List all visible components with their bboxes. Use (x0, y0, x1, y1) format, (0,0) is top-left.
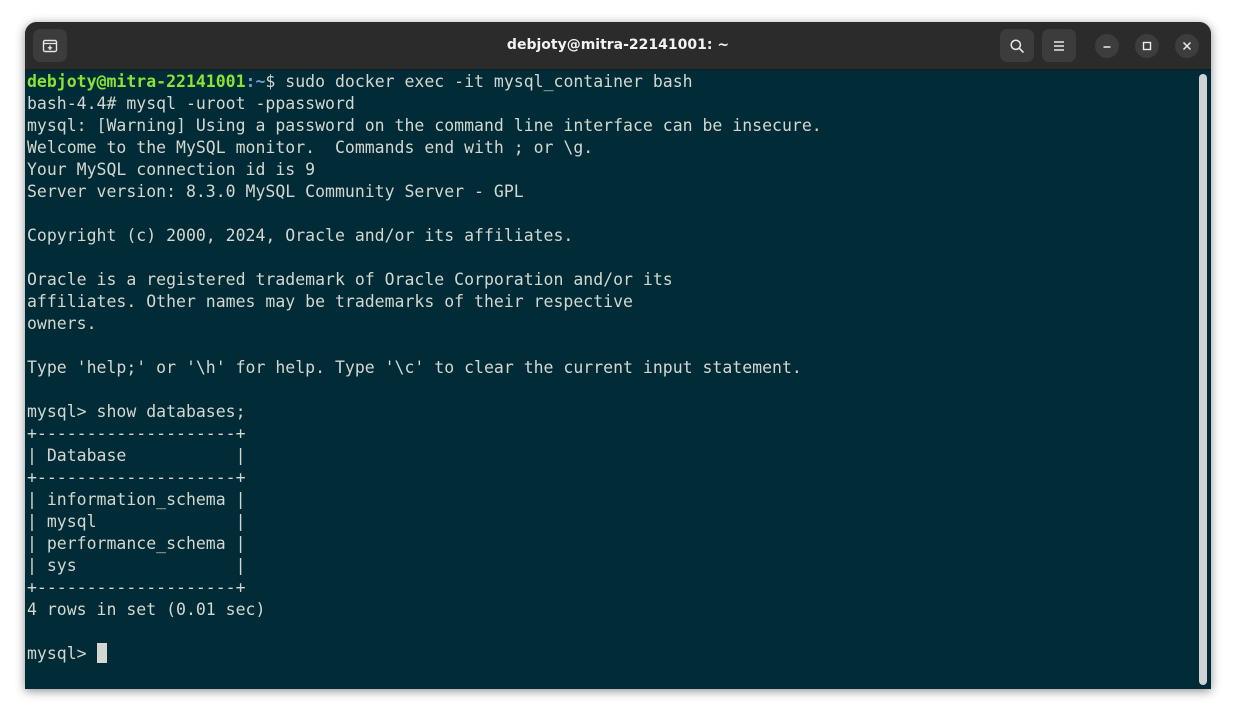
prompt-path: :~ (245, 72, 266, 91)
terminal-line: | Database | (27, 446, 246, 465)
terminal-line: mysql: [Warning] Using a password on the… (27, 116, 822, 135)
terminal-line: | mysql | (27, 512, 246, 531)
text-cursor (96, 643, 107, 663)
terminal-line: | sys | (27, 556, 246, 575)
terminal-line: Oracle is a registered trademark of Orac… (27, 270, 673, 289)
shell-prompt-line: debjoty@mitra-22141001:~$ sudo docker ex… (27, 71, 822, 93)
terminal-line: | information_schema | (27, 490, 246, 509)
mysql-prompt: mysql> (27, 644, 97, 663)
search-icon (1010, 38, 1024, 53)
terminal-line: | performance_schema | (27, 534, 246, 553)
terminal-line: +--------------------+ (27, 424, 246, 443)
terminal-line: Type 'help;' or '\h' for help. Type '\c'… (27, 358, 802, 377)
terminal-line: mysql> show databases; (27, 402, 246, 421)
terminal-output[interactable]: debjoty@mitra-22141001:~$ sudo docker ex… (25, 70, 1197, 689)
close-icon (1182, 41, 1192, 51)
terminal-line: 4 rows in set (0.01 sec) (27, 600, 266, 619)
prompt-user-host: debjoty@mitra-22141001 (27, 72, 246, 91)
title-bar[interactable]: debjoty@mitra-22141001: ~ (25, 22, 1211, 70)
terminal-line: Server version: 8.3.0 MySQL Community Se… (27, 182, 524, 201)
mysql-prompt-line[interactable]: mysql> (27, 643, 822, 665)
hamburger-menu-icon (1054, 40, 1064, 51)
maximize-icon (1142, 41, 1152, 51)
terminal-lines: debjoty@mitra-22141001:~$ sudo docker ex… (27, 71, 822, 665)
maximize-button[interactable] (1135, 34, 1159, 58)
menu-button[interactable] (1042, 29, 1076, 62)
new-tab-button[interactable] (33, 29, 67, 62)
close-button[interactable] (1175, 34, 1199, 58)
prompt-symbol: $ (265, 72, 286, 91)
new-tab-icon (42, 39, 58, 52)
terminal-line: Your MySQL connection id is 9 (27, 160, 316, 179)
minimize-icon (1103, 46, 1111, 48)
minimize-button[interactable] (1095, 34, 1119, 58)
terminal-line: +--------------------+ (27, 468, 246, 487)
terminal-line: +--------------------+ (27, 578, 246, 597)
terminal-line: owners. (27, 314, 97, 333)
terminal-line: Welcome to the MySQL monitor. Commands e… (27, 138, 594, 157)
prompt-command: sudo docker exec -it mysql_container bas… (285, 72, 693, 91)
search-button[interactable] (1000, 29, 1034, 62)
terminal-line: Copyright (c) 2000, 2024, Oracle and/or … (27, 226, 574, 245)
terminal-line: bash-4.4# mysql -uroot -ppassword (27, 94, 355, 113)
terminal-line: affiliates. Other names may be trademark… (27, 292, 633, 311)
terminal-window: debjoty@mitra-22141001: ~ debjoty@mitra-… (25, 22, 1211, 689)
scrollbar[interactable] (1199, 74, 1207, 685)
